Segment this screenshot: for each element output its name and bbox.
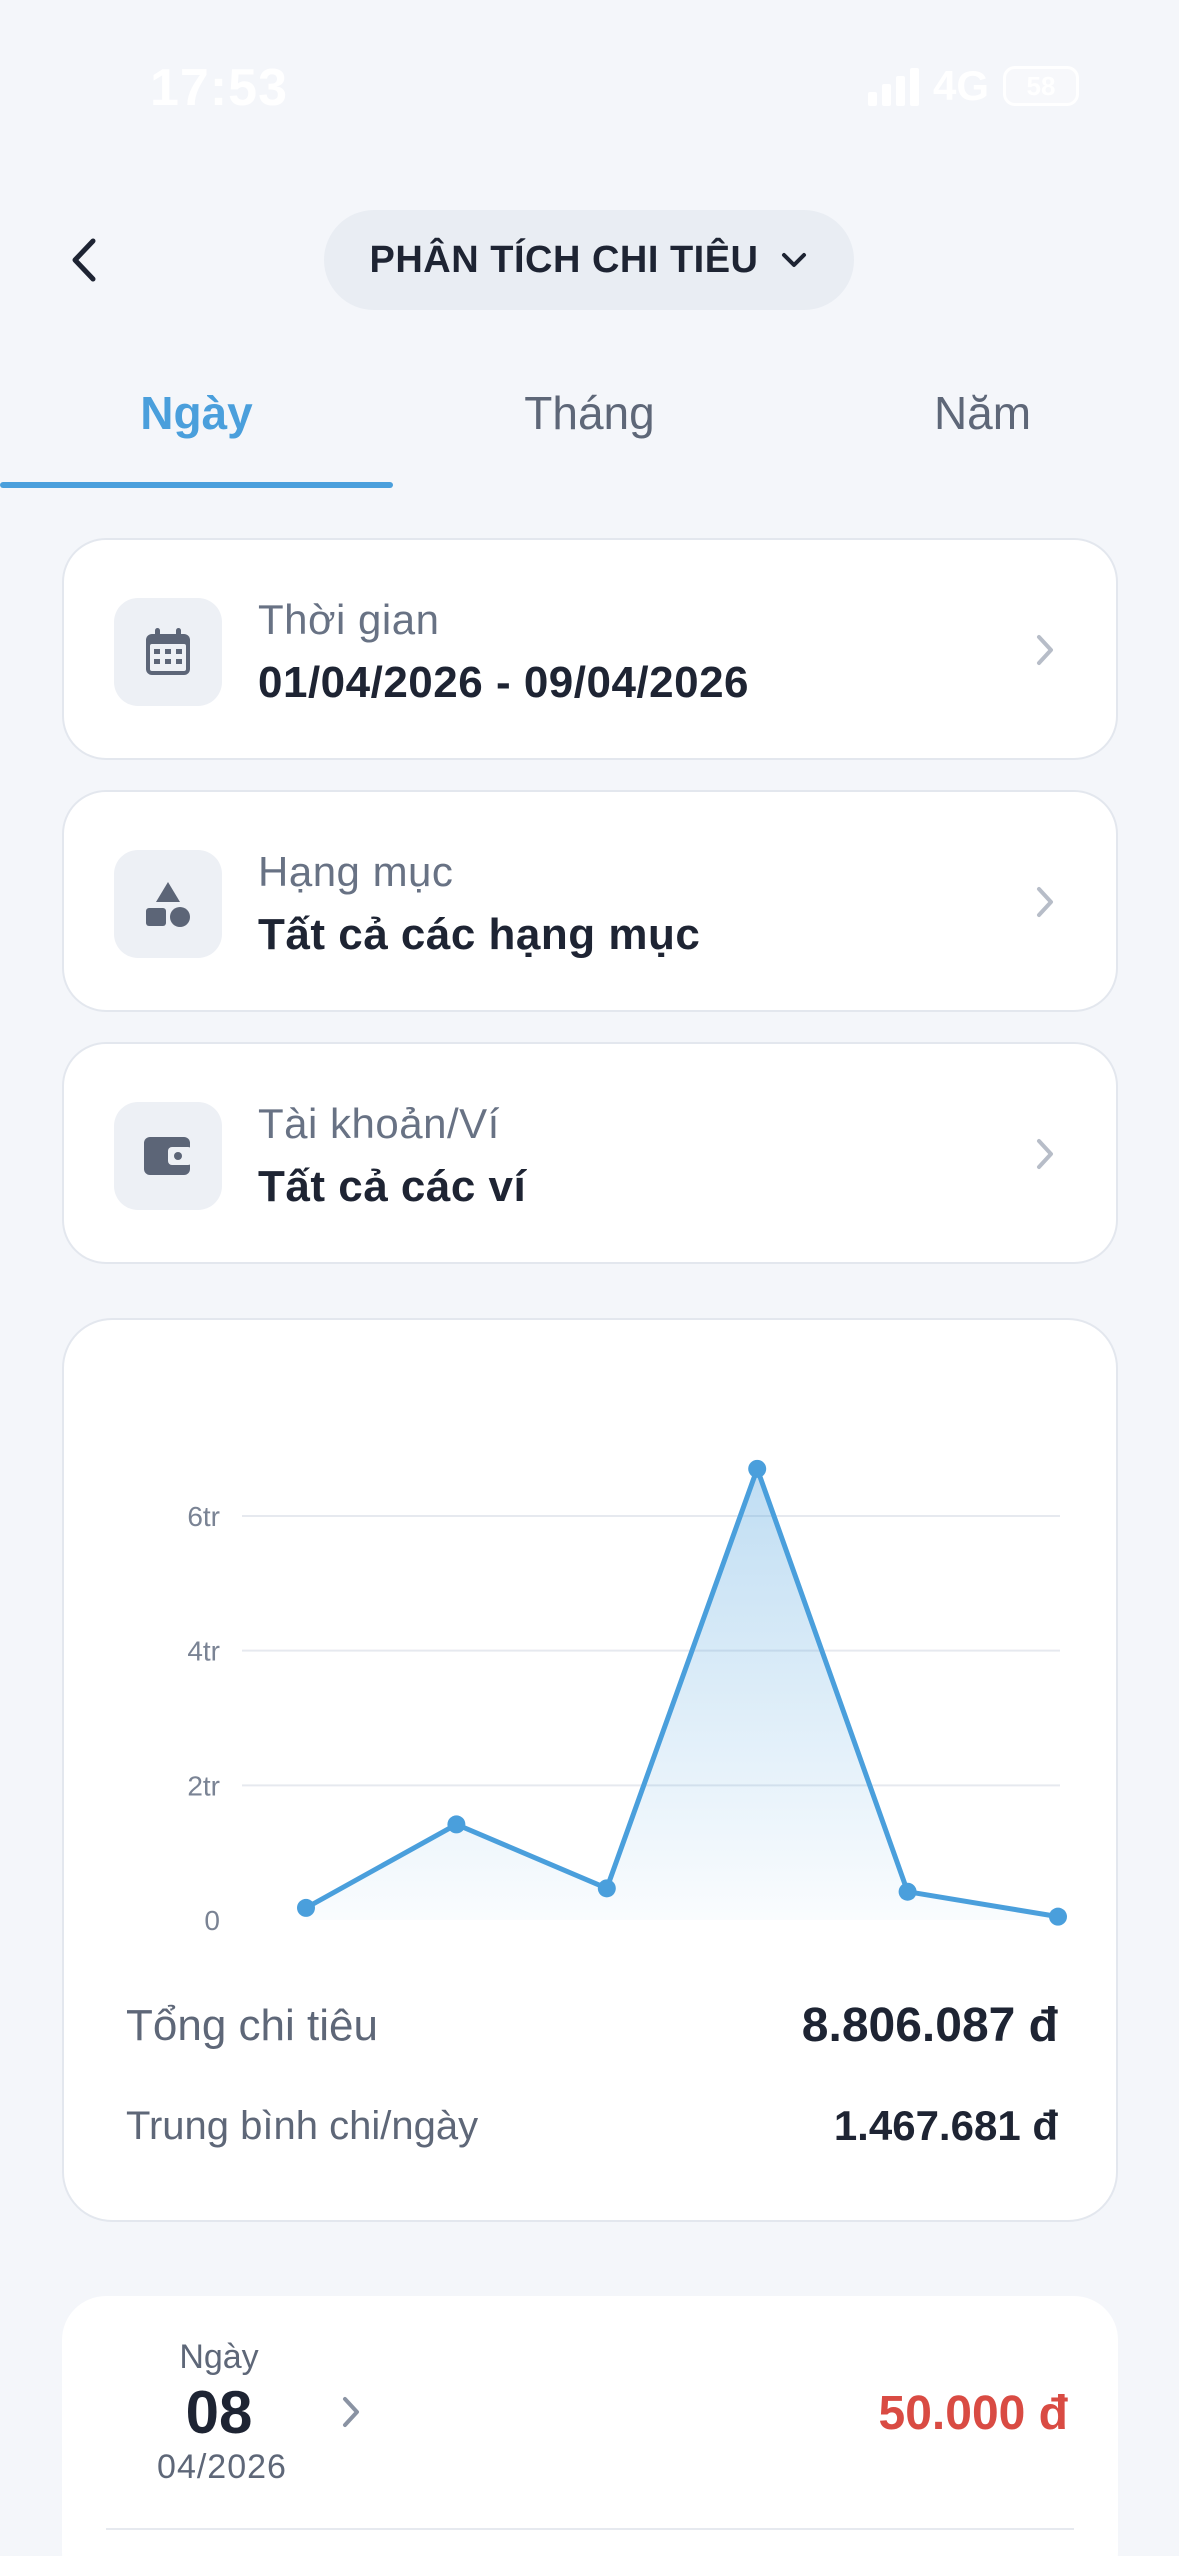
category-shapes-icon: [114, 850, 222, 958]
day-entry-card[interactable]: Ngày 08 04/2026 50.000 đ: [62, 2296, 1118, 2556]
average-expense-value: 1.467.681 đ: [833, 2102, 1058, 2149]
active-tab-indicator: [0, 482, 393, 488]
wallet-icon: [114, 1102, 222, 1210]
filter-wallet[interactable]: Tài khoản/Ví Tất cả các ví: [62, 1042, 1118, 1264]
data-point[interactable]: [447, 1815, 466, 1834]
chevron-down-icon: [781, 253, 806, 267]
spending-chart[interactable]: 0 2tr 4tr 6tr: [64, 1320, 1120, 1960]
status-bar: 17:53 4G 58: [0, 0, 1179, 170]
battery-icon: 58: [1003, 66, 1079, 106]
calendar-icon: [114, 598, 222, 706]
chevron-right-icon: [1037, 887, 1053, 917]
filter-label: Hạng mục: [258, 848, 454, 895]
tab-day[interactable]: Ngày: [0, 362, 393, 490]
series-area: [306, 1468, 1058, 1920]
chevron-right-icon: [1037, 635, 1053, 665]
status-indicators: 4G 58: [867, 62, 1079, 110]
spending-chart-card: 0 2tr 4tr 6tr Tổng chi tiêu 8.806.087 đ Tru…: [62, 1318, 1118, 2222]
filter-label: Tài khoản/Ví: [258, 1100, 500, 1147]
day-amount: 50.000 đ: [878, 2387, 1068, 2440]
filter-label: Thời gian: [258, 596, 440, 643]
data-point[interactable]: [597, 1879, 616, 1898]
tab-month[interactable]: Tháng: [393, 362, 786, 490]
data-point[interactable]: [748, 1459, 767, 1478]
filter-category[interactable]: Hạng mục Tất cả các hạng mục: [62, 790, 1118, 1012]
y-tick-label: 4tr: [187, 1636, 220, 1667]
total-expense-label: Tổng chi tiêu: [126, 2000, 378, 2050]
filter-time-range[interactable]: Thời gian 01/04/2026 - 09/04/2026: [62, 538, 1118, 760]
filter-value: Tất cả các ví: [258, 1162, 527, 1211]
tab-year[interactable]: Năm: [786, 362, 1179, 490]
day-label: Ngày: [179, 2338, 259, 2376]
y-tick-label: 2tr: [187, 1770, 220, 1801]
data-point[interactable]: [1049, 1907, 1067, 1926]
page-title: PHÂN TÍCH CHI TIÊU: [369, 238, 759, 281]
total-expense-value: 8.806.087 đ: [801, 1999, 1058, 2052]
y-tick-label: 6tr: [187, 1501, 220, 1532]
report-type-dropdown[interactable]: PHÂN TÍCH CHI TIÊU: [324, 210, 854, 310]
chevron-right-icon: [343, 2397, 359, 2427]
data-point[interactable]: [898, 1882, 917, 1901]
divider: [106, 2528, 1074, 2530]
back-button[interactable]: [50, 225, 120, 295]
data-point[interactable]: [297, 1898, 315, 1917]
status-time: 17:53: [150, 59, 288, 117]
signal-icon: [867, 66, 919, 106]
period-tabs: Ngày Tháng Năm: [0, 362, 1179, 490]
filter-value: Tất cả các hạng mục: [258, 910, 701, 959]
total-expense-row: Tổng chi tiêu 8.806.087 đ: [126, 1998, 1058, 2053]
day-number: 08: [185, 2379, 253, 2446]
chevron-left-icon: [72, 238, 96, 282]
average-expense-row: Trung bình chi/ngày 1.467.681 đ: [126, 2102, 1058, 2150]
y-tick-label: 0: [204, 1905, 220, 1936]
chevron-right-icon: [1037, 1139, 1053, 1169]
filter-value: 01/04/2026 - 09/04/2026: [258, 658, 750, 707]
day-month: 04/2026: [157, 2448, 287, 2486]
network-type: 4G: [932, 62, 989, 109]
header: PHÂN TÍCH CHI TIÊU: [0, 200, 1179, 320]
average-expense-label: Trung bình chi/ngày: [126, 2103, 479, 2148]
